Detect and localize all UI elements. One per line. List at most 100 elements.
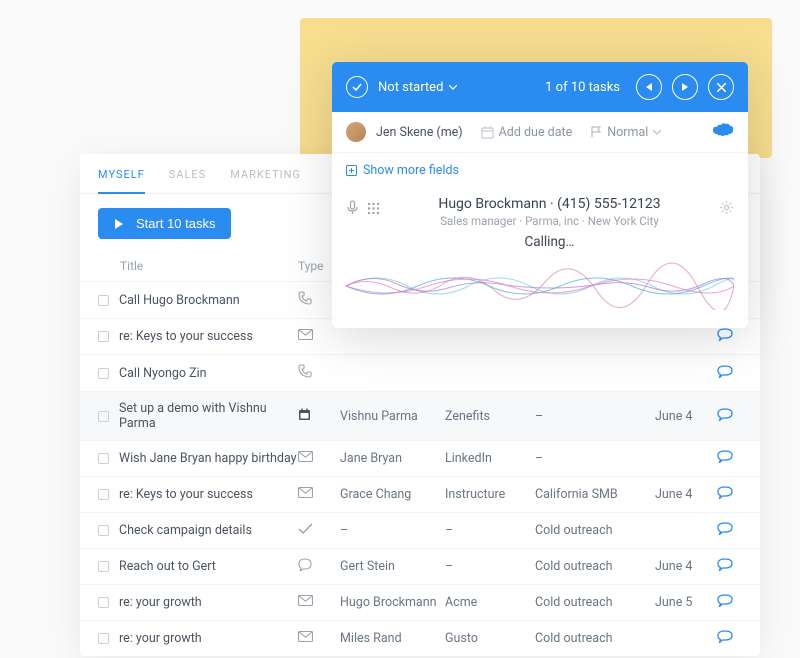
row-checkbox[interactable] bbox=[98, 453, 109, 464]
play-icon bbox=[114, 219, 124, 229]
row-checkbox[interactable] bbox=[98, 597, 109, 608]
row-account: – bbox=[445, 559, 535, 574]
task-title: re: Keys to your success bbox=[119, 487, 253, 502]
complete-task-button[interactable] bbox=[346, 76, 368, 98]
row-campaign: Cold outreach bbox=[535, 523, 655, 538]
row-assignee: – bbox=[340, 523, 445, 538]
row-checkbox[interactable] bbox=[98, 411, 109, 422]
row-campaign: California SMB bbox=[535, 487, 655, 502]
row-checkbox[interactable] bbox=[98, 295, 109, 306]
task-detail-panel: Not started 1 of 10 tasks Jen Skene (me)… bbox=[332, 62, 748, 328]
show-more-label: Show more fields bbox=[363, 163, 459, 178]
phone-icon bbox=[298, 364, 340, 382]
next-task-button[interactable] bbox=[672, 74, 698, 100]
row-date: June 5 bbox=[655, 595, 711, 610]
table-row[interactable]: Check campaign details––Cold outreach bbox=[80, 512, 760, 548]
prev-task-button[interactable] bbox=[636, 74, 662, 100]
settings-icon[interactable] bbox=[719, 196, 734, 219]
microphone-icon[interactable] bbox=[346, 200, 359, 219]
chat-icon[interactable] bbox=[711, 328, 739, 345]
contact-name: Hugo Brockmann bbox=[438, 196, 546, 212]
column-header-title: Title bbox=[98, 259, 298, 273]
row-checkbox[interactable] bbox=[98, 525, 109, 536]
row-account: – bbox=[445, 523, 535, 538]
panel-header: Not started 1 of 10 tasks bbox=[332, 62, 748, 112]
close-panel-button[interactable] bbox=[708, 74, 734, 100]
row-checkbox[interactable] bbox=[98, 561, 109, 572]
avatar bbox=[346, 122, 366, 142]
dialpad-icon[interactable] bbox=[367, 200, 380, 219]
salesforce-icon[interactable] bbox=[712, 122, 734, 142]
row-account: Gusto bbox=[445, 631, 535, 646]
assignee-name[interactable]: Jen Skene (me) bbox=[376, 125, 463, 140]
task-title: re: your growth bbox=[119, 631, 202, 646]
due-date-label: Add due date bbox=[499, 125, 573, 140]
task-title: re: your growth bbox=[119, 595, 202, 610]
table-row[interactable]: Set up a demo with Vishnu Parma Vishnu Pa… bbox=[80, 391, 760, 440]
mail-icon bbox=[298, 329, 340, 344]
row-checkbox[interactable] bbox=[98, 489, 109, 500]
show-more-fields[interactable]: Show more fields bbox=[332, 153, 748, 188]
start-tasks-button[interactable]: Start 10 tasks bbox=[98, 208, 231, 239]
tab-marketing[interactable]: MARKETING bbox=[230, 168, 301, 193]
task-title: re: Keys to your success bbox=[119, 329, 253, 344]
mail-icon bbox=[298, 595, 340, 610]
row-checkbox[interactable] bbox=[98, 633, 109, 644]
due-date-field[interactable]: Add due date bbox=[481, 125, 573, 140]
plus-square-icon bbox=[346, 165, 357, 176]
table-row[interactable]: re: your growthHugo BrockmannAcmeCold ou… bbox=[80, 584, 760, 620]
task-rows: Call Hugo Brockmann re: Keys to your succ… bbox=[80, 281, 760, 656]
task-counter: 1 of 10 tasks bbox=[545, 80, 620, 95]
mail-icon bbox=[298, 451, 340, 466]
task-title: Reach out to Gert bbox=[119, 559, 216, 574]
table-row[interactable]: Wish Jane Bryan happy birthday Jane Bryan… bbox=[80, 440, 760, 476]
row-account: Instructure bbox=[445, 487, 535, 502]
chat-icon[interactable] bbox=[711, 365, 739, 382]
chevron-down-icon bbox=[653, 130, 661, 135]
task-title: Check campaign details bbox=[119, 523, 252, 538]
call-status: Calling… bbox=[390, 234, 709, 250]
calendar-icon bbox=[481, 126, 494, 139]
row-checkbox[interactable] bbox=[98, 331, 109, 342]
panel-meta-row: Jen Skene (me) Add due date Normal bbox=[332, 112, 748, 153]
row-account: Zenefits bbox=[445, 409, 535, 424]
tab-myself[interactable]: MYSELF bbox=[98, 168, 145, 193]
chat-icon bbox=[298, 558, 340, 575]
contact-phone: (415) 555-12123 bbox=[557, 196, 661, 212]
row-assignee: Jane Bryan bbox=[340, 451, 445, 466]
priority-label: Normal bbox=[607, 125, 648, 140]
call-contact: Hugo Brockmann · (415) 555-12123 bbox=[390, 196, 709, 212]
chat-icon[interactable] bbox=[711, 630, 739, 647]
row-date: June 4 bbox=[655, 559, 711, 574]
row-campaign: Cold outreach bbox=[535, 595, 655, 610]
chat-icon[interactable] bbox=[711, 408, 739, 425]
start-tasks-label: Start 10 tasks bbox=[136, 216, 215, 231]
row-assignee: Vishnu Parma bbox=[340, 409, 445, 424]
priority-field[interactable]: Normal bbox=[590, 125, 661, 140]
row-assignee: Hugo Brockmann bbox=[340, 595, 445, 610]
call-area: Hugo Brockmann · (415) 555-12123 Sales m… bbox=[332, 188, 748, 328]
call-contact-sub: Sales manager · Parma, inc · New York Ci… bbox=[390, 214, 709, 228]
task-title: Set up a demo with Vishnu Parma bbox=[119, 401, 298, 431]
table-row[interactable]: re: Keys to your successGrace ChangInstr… bbox=[80, 476, 760, 512]
check-icon bbox=[298, 523, 340, 539]
chevron-down-icon bbox=[449, 85, 457, 90]
audio-waveform bbox=[346, 262, 734, 310]
row-date: June 4 bbox=[655, 409, 711, 424]
flag-icon bbox=[590, 126, 602, 138]
chat-icon[interactable] bbox=[711, 594, 739, 611]
task-title: Call Hugo Brockmann bbox=[119, 293, 240, 308]
chat-icon[interactable] bbox=[711, 558, 739, 575]
tab-sales[interactable]: SALES bbox=[169, 168, 206, 193]
task-title: Wish Jane Bryan happy birthday bbox=[119, 451, 297, 466]
table-row[interactable]: Reach out to GertGert Stein–Cold outreac… bbox=[80, 548, 760, 584]
chat-icon[interactable] bbox=[711, 486, 739, 503]
chat-icon[interactable] bbox=[711, 450, 739, 467]
chat-icon[interactable] bbox=[711, 522, 739, 539]
table-row[interactable]: re: your growthMiles RandGustoCold outre… bbox=[80, 620, 760, 656]
row-checkbox[interactable] bbox=[98, 368, 109, 379]
task-title: Call Nyongo Zin bbox=[119, 366, 207, 381]
status-dropdown[interactable]: Not started bbox=[378, 80, 457, 95]
calendar-icon bbox=[298, 408, 340, 425]
table-row[interactable]: Call Nyongo Zin bbox=[80, 354, 760, 391]
